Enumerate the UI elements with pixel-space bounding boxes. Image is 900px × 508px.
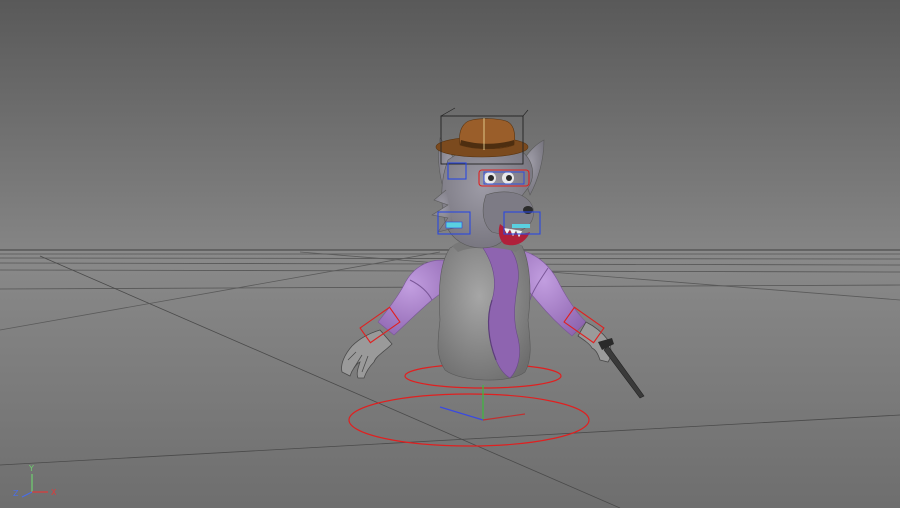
axis-z-label: Z bbox=[13, 489, 19, 498]
3d-viewport[interactable]: Y X Z bbox=[0, 0, 900, 508]
axis-x-label: X bbox=[51, 488, 57, 497]
axis-y-label: Y bbox=[28, 464, 34, 473]
